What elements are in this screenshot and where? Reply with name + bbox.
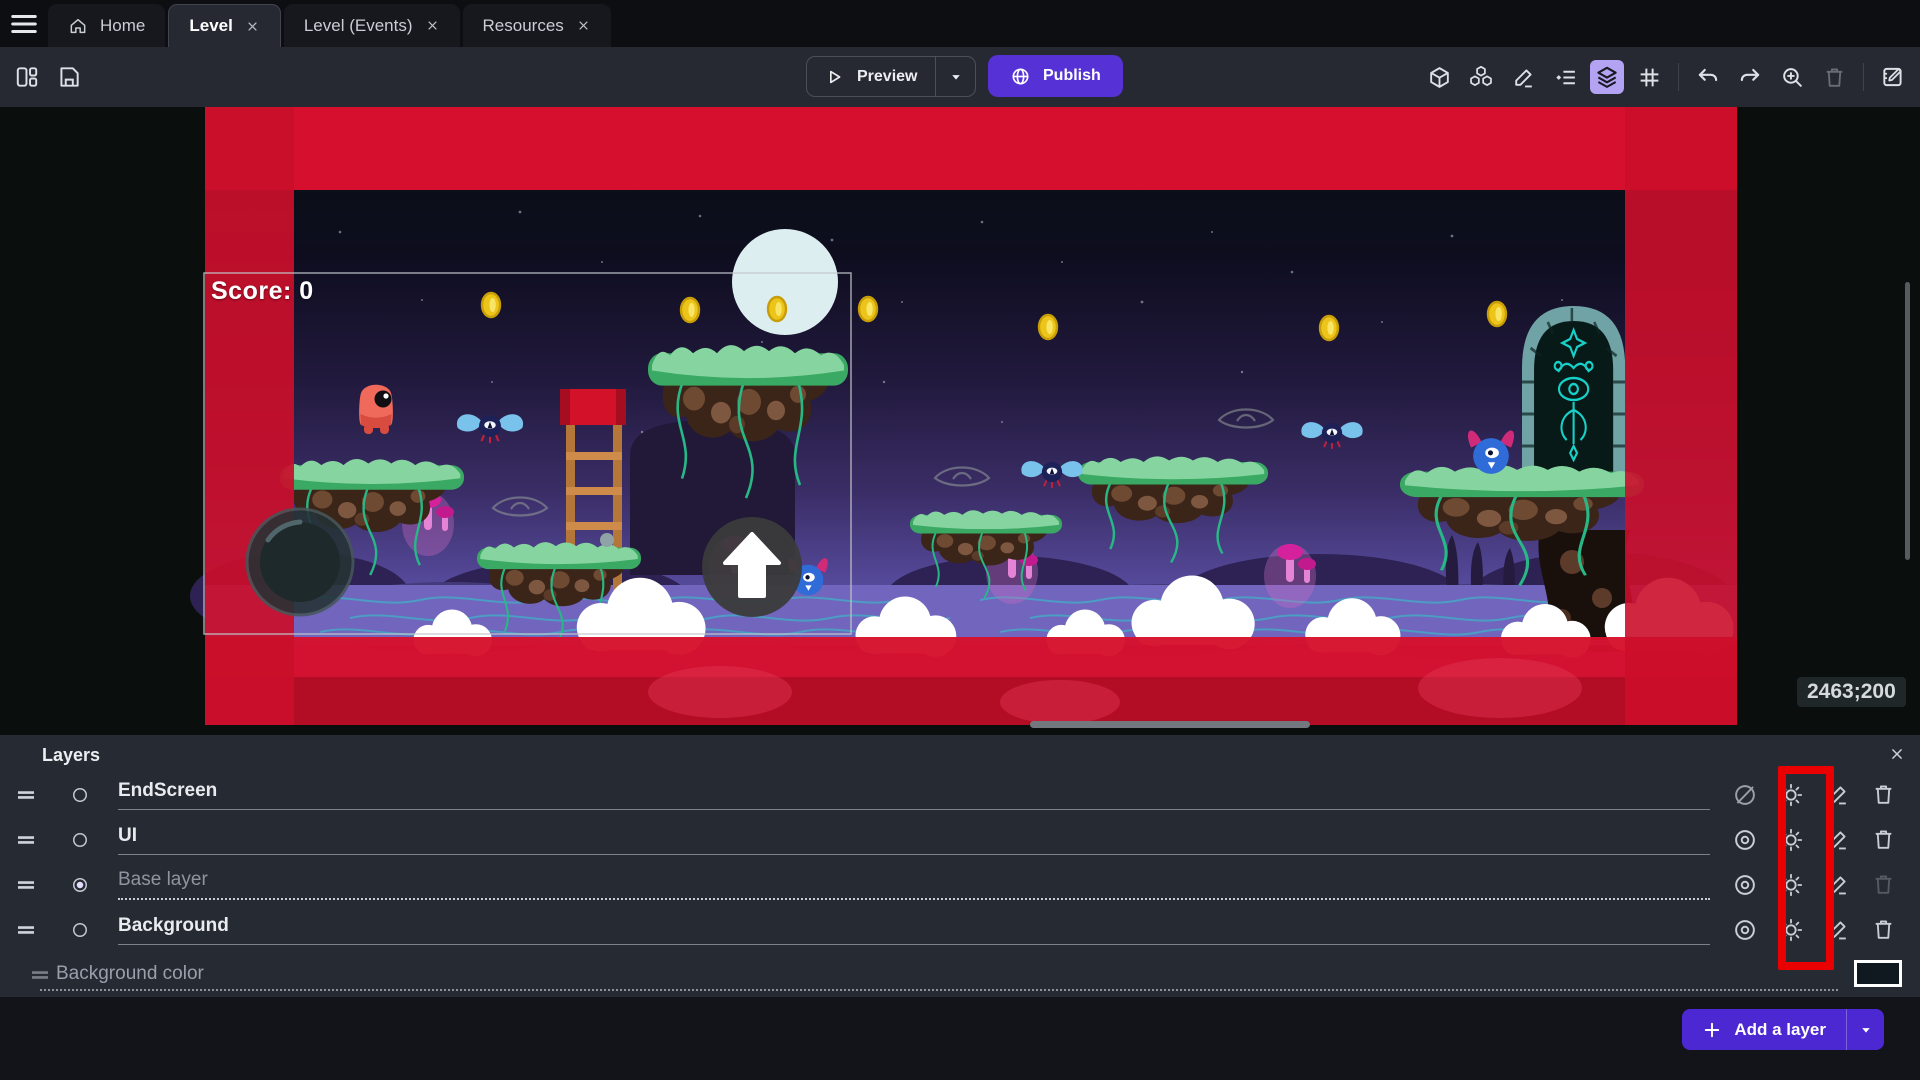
lighting-sun-icon[interactable] (1774, 823, 1808, 857)
layer-row-ui: UI (0, 817, 1920, 862)
virtual-joystick (247, 509, 353, 615)
tab-level-events[interactable]: Level (Events) (284, 4, 460, 47)
arch-portal (1522, 306, 1625, 478)
layers-panel-title: Layers (42, 745, 100, 766)
layer-radio[interactable] (70, 920, 90, 940)
delete-layer-icon[interactable] (1866, 913, 1900, 947)
tab-label: Resources (483, 16, 564, 36)
lighting-sun-icon[interactable] (1774, 913, 1808, 947)
preview-label: Preview (857, 68, 917, 86)
vertical-scrollbar[interactable] (1905, 282, 1910, 560)
add-layer-button[interactable]: Add a layer (1682, 1009, 1884, 1050)
toolbar-divider (1678, 63, 1679, 91)
home-icon (68, 16, 88, 36)
panel-footer: Add a layer (0, 997, 1920, 1080)
preview-options-button[interactable] (935, 57, 975, 96)
layer-name-field[interactable]: Background (118, 915, 1710, 945)
edit-layer-icon[interactable] (1820, 823, 1854, 857)
layer-name-field[interactable]: Base layer (118, 869, 1710, 900)
background-color-swatch[interactable] (1854, 960, 1902, 987)
edit-scene-properties-icon[interactable] (1876, 60, 1910, 94)
delete-icon[interactable] (1817, 60, 1851, 94)
drag-handle-icon[interactable] (14, 828, 40, 852)
objects-list-icon[interactable] (1464, 60, 1498, 94)
game-scene (0, 107, 1920, 735)
edit-pencil-icon[interactable] (1506, 60, 1540, 94)
close-icon[interactable] (576, 18, 591, 33)
drag-handle-icon[interactable] (14, 783, 40, 807)
tab-bar: Home Level Level (Events) Resources (0, 0, 1920, 47)
visibility-off-icon[interactable] (1728, 778, 1762, 812)
pebble (600, 533, 614, 547)
red-box-platform (560, 389, 626, 425)
visibility-on-icon[interactable] (1728, 868, 1762, 902)
play-icon (825, 67, 845, 87)
tab-home[interactable]: Home (48, 4, 165, 47)
tab-label: Level (189, 16, 232, 36)
layer-name-field[interactable]: UI (118, 825, 1710, 855)
background-color-label: Background color (56, 963, 204, 985)
tab-resources[interactable]: Resources (463, 4, 611, 47)
layer-row-background: Background (0, 907, 1920, 952)
layer-radio[interactable] (70, 785, 90, 805)
editor-toolbar: Preview Publish (0, 47, 1920, 107)
undo-icon[interactable] (1691, 60, 1725, 94)
project-manager-icon[interactable] (10, 60, 44, 94)
drag-handle-icon (28, 963, 54, 987)
cursor-coordinates-badge: 2463;200 (1797, 677, 1906, 707)
background-color-row: Background color (0, 957, 1920, 993)
layers-panel-icon[interactable] (1590, 60, 1624, 94)
main-menu-button[interactable] (0, 0, 48, 47)
visibility-on-icon[interactable] (1728, 913, 1762, 947)
toolbar-divider (1863, 63, 1864, 91)
globe-icon (1010, 66, 1031, 87)
moon (732, 229, 838, 335)
tab-level[interactable]: Level (168, 4, 280, 47)
scene-canvas[interactable]: Score: 0 2463;200 (0, 107, 1920, 735)
horizontal-scrollbar[interactable] (1030, 721, 1310, 728)
drag-handle-icon[interactable] (14, 918, 40, 942)
add-object-icon[interactable] (1422, 60, 1456, 94)
layers-panel-close-icon[interactable] (1884, 741, 1910, 767)
plus-icon (1702, 1020, 1722, 1040)
tab-label: Level (Events) (304, 16, 413, 36)
delete-layer-icon[interactable] (1866, 823, 1900, 857)
score-text: Score: 0 (211, 277, 314, 306)
save-icon[interactable] (52, 60, 86, 94)
layer-radio[interactable] (70, 830, 90, 850)
tab-label: Home (100, 16, 145, 36)
add-layer-label: Add a layer (1734, 1020, 1826, 1040)
close-icon[interactable] (245, 19, 260, 34)
instances-list-icon[interactable] (1548, 60, 1582, 94)
redo-icon[interactable] (1733, 60, 1767, 94)
layer-radio-selected[interactable] (70, 875, 90, 895)
delete-layer-icon-disabled (1866, 868, 1900, 902)
lighting-sun-icon[interactable] (1774, 868, 1808, 902)
row-underline (40, 989, 1838, 991)
close-icon[interactable] (425, 18, 440, 33)
delete-layer-icon[interactable] (1866, 778, 1900, 812)
mushrooms (1264, 544, 1316, 608)
layer-row-endscreen: EndScreen (0, 772, 1920, 817)
publish-label: Publish (1043, 67, 1101, 85)
add-layer-options-button[interactable] (1846, 1009, 1884, 1050)
edit-layer-icon[interactable] (1820, 913, 1854, 947)
layer-row-base-layer: Base layer (0, 862, 1920, 907)
grid-icon[interactable] (1632, 60, 1666, 94)
edit-layer-icon[interactable] (1820, 868, 1854, 902)
zoom-in-icon[interactable] (1775, 60, 1809, 94)
jump-button (702, 517, 802, 617)
edit-layer-icon[interactable] (1820, 778, 1854, 812)
layer-name-field[interactable]: EndScreen (118, 780, 1710, 810)
publish-button[interactable]: Publish (988, 55, 1123, 97)
layers-panel: Layers EndScreen UI Base layer (0, 735, 1920, 997)
preview-button[interactable]: Preview (806, 56, 976, 97)
drag-handle-icon[interactable] (14, 873, 40, 897)
lighting-sun-icon[interactable] (1774, 778, 1808, 812)
visibility-on-icon[interactable] (1728, 823, 1762, 857)
